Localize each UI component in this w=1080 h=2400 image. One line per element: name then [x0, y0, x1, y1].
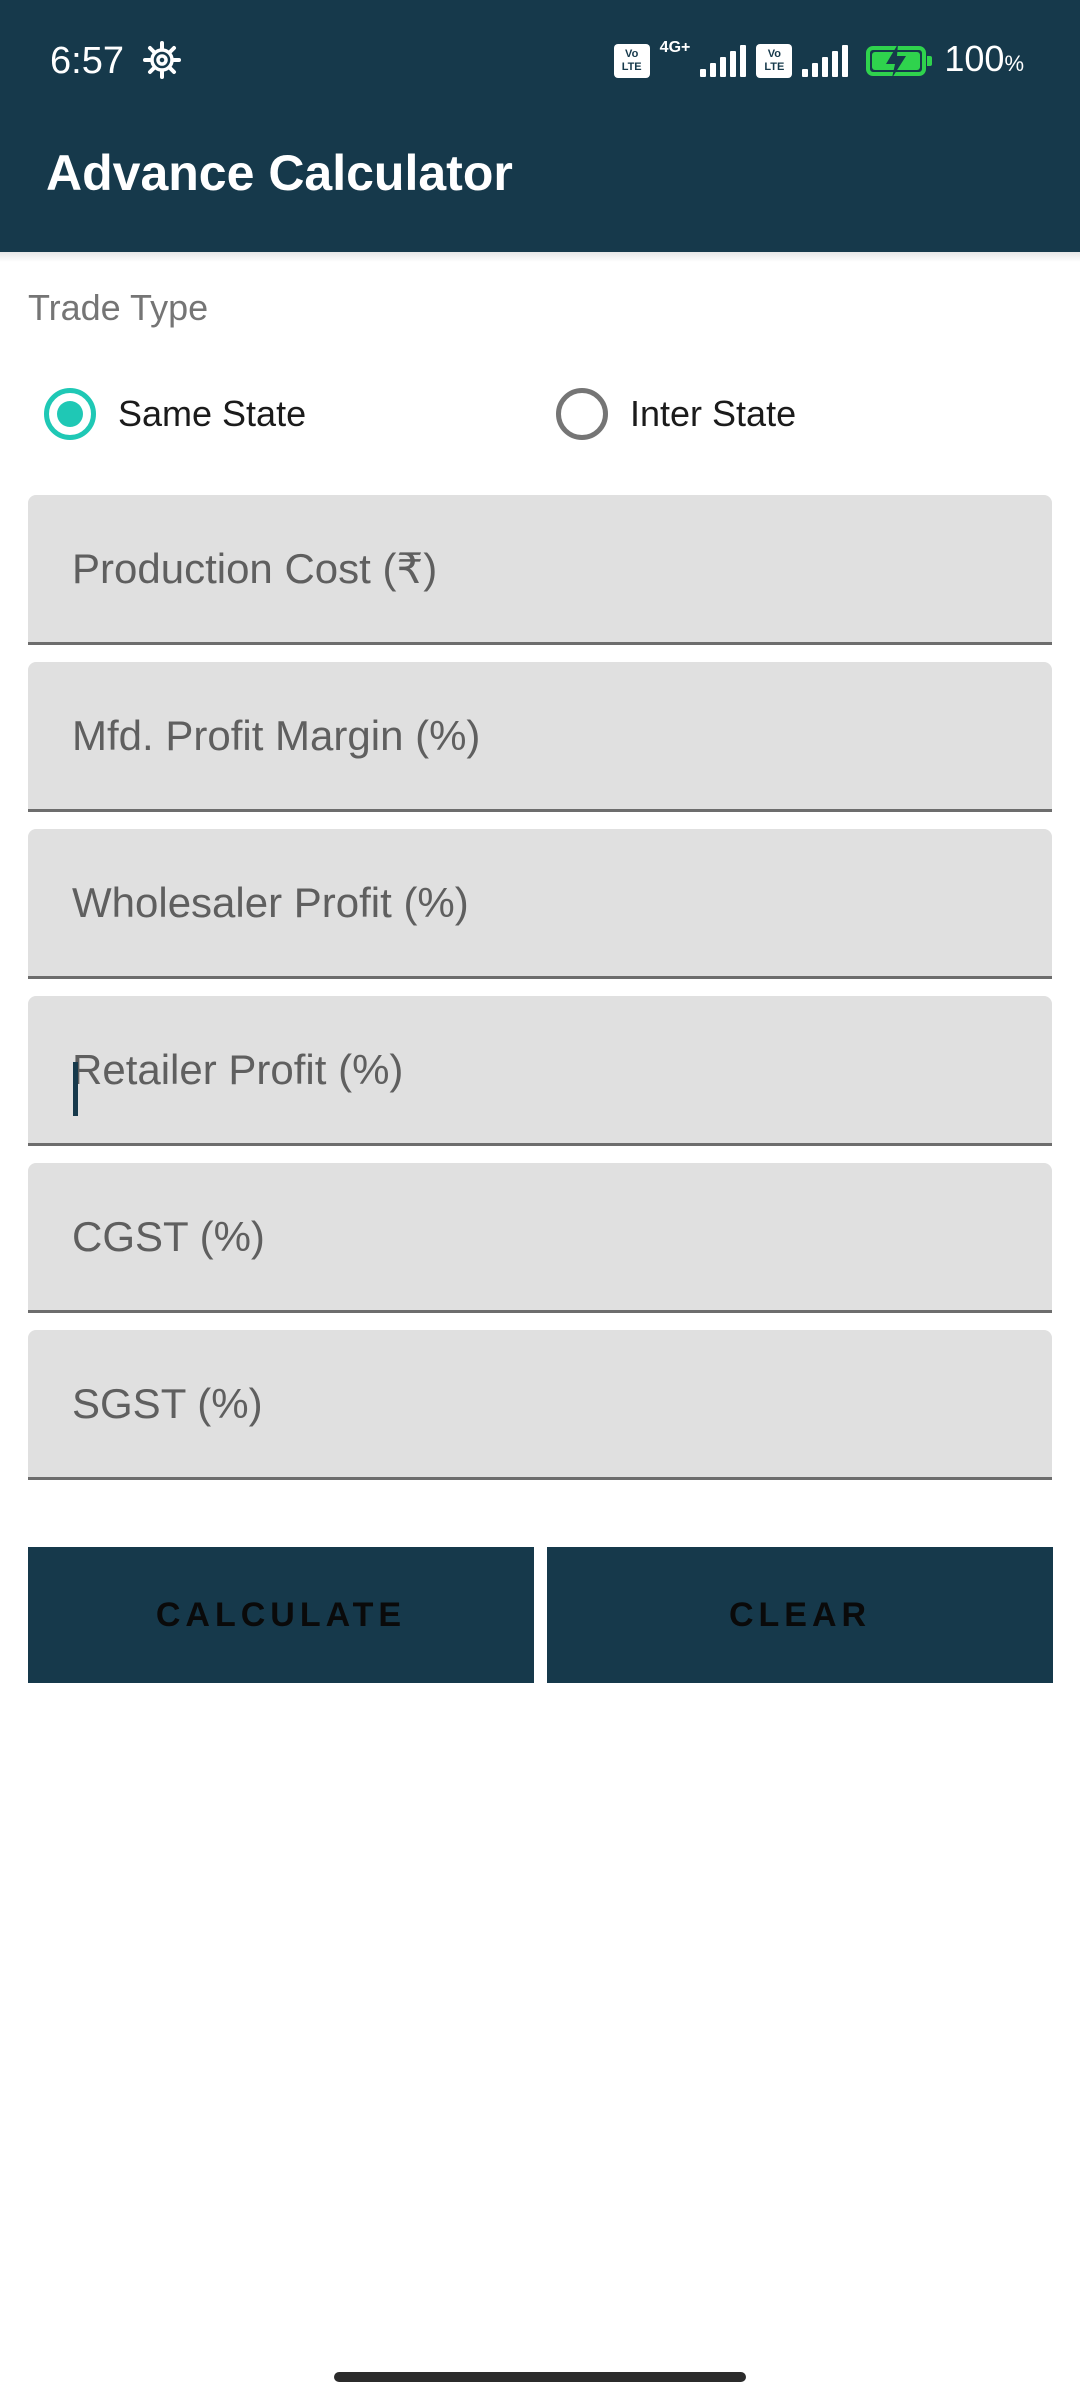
calculate-button[interactable]: CALCULATE: [28, 1547, 534, 1683]
wholesaler-profit-input[interactable]: [28, 829, 1052, 976]
retailer-profit-input[interactable]: [28, 996, 1052, 1143]
volte-icon: Vo LTE: [756, 44, 793, 78]
text-cursor: [73, 1062, 78, 1116]
cgst-input[interactable]: [28, 1163, 1052, 1310]
sgst-field[interactable]: [28, 1330, 1052, 1480]
volte-line1: Vo: [625, 48, 639, 60]
production-cost-field[interactable]: [28, 495, 1052, 645]
signal-icon: [802, 45, 849, 77]
cgst-field[interactable]: [28, 1163, 1052, 1313]
status-time: 6:57: [50, 40, 124, 82]
battery-charging-icon: [866, 44, 933, 78]
app-header: 6:57 Vo LTE 4G+ Vo LTE 100% Advance Calc…: [0, 0, 1080, 252]
page-title: Advance Calculator: [46, 145, 513, 201]
mfd-profit-margin-input[interactable]: [28, 662, 1052, 809]
mfd-profit-margin-field[interactable]: [28, 662, 1052, 812]
network-type: 4G+: [659, 39, 691, 56]
advance-calculator-screen: 6:57 Vo LTE 4G+ Vo LTE 100% Advance Calc…: [0, 0, 1080, 2400]
radio-checked-icon[interactable]: [44, 388, 96, 440]
wholesaler-profit-field[interactable]: [28, 829, 1052, 979]
production-cost-input[interactable]: [28, 495, 1052, 642]
trade-type-label: Trade Type: [28, 287, 209, 328]
radio-inter-state-label[interactable]: Inter State: [630, 390, 796, 438]
radio-unchecked-icon[interactable]: [556, 388, 608, 440]
status-icons: Vo LTE 4G+ Vo LTE 100%: [613, 37, 1024, 84]
radio-same-state-label[interactable]: Same State: [118, 390, 306, 438]
volte-line1: Vo: [767, 48, 781, 60]
app-bar-shadow: [0, 252, 1080, 262]
clear-button[interactable]: CLEAR: [547, 1547, 1053, 1683]
radio-same-state[interactable]: Same State: [44, 382, 306, 446]
sgst-input[interactable]: [28, 1330, 1052, 1477]
volte-icon: Vo LTE: [613, 44, 650, 78]
gear-icon: [143, 41, 181, 79]
battery-percentage: 100%: [944, 37, 1024, 79]
radio-inter-state[interactable]: Inter State: [556, 382, 796, 446]
home-indicator[interactable]: [334, 2372, 746, 2382]
volte-line2: LTE: [621, 61, 642, 73]
retailer-profit-field[interactable]: [28, 996, 1052, 1146]
signal-icon: [700, 45, 747, 77]
status-bar: 6:57 Vo LTE 4G+ Vo LTE 100%: [0, 0, 1080, 120]
volte-line2: LTE: [764, 61, 785, 73]
